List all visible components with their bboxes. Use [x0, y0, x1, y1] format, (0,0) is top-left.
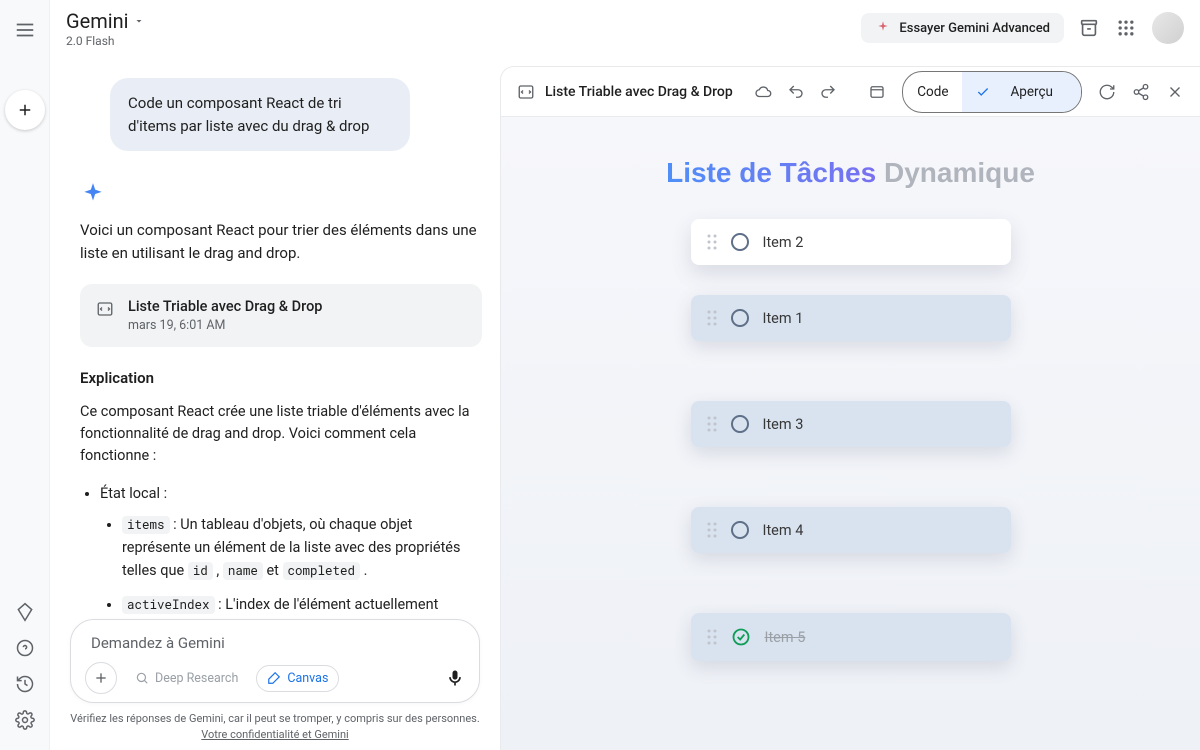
undo-icon[interactable] — [787, 83, 805, 101]
archive-icon[interactable] — [1078, 17, 1100, 39]
model-subtitle: 2.0 Flash — [66, 34, 145, 48]
try-advanced-button[interactable]: Essayer Gemini Advanced — [861, 13, 1064, 43]
drag-handle-icon[interactable] — [707, 234, 717, 250]
artifact-date: mars 19, 6:01 AM — [128, 318, 322, 333]
share-icon[interactable] — [1132, 83, 1150, 101]
refresh-icon[interactable] — [1098, 83, 1116, 101]
list-item: activeIndex : L'index de l'élément actue… — [122, 593, 482, 620]
check-circle-icon[interactable] — [731, 521, 749, 539]
check-complete-icon[interactable] — [731, 627, 751, 647]
drag-handle-icon[interactable] — [707, 310, 717, 326]
list-item: items : Un tableau d'objets, où chaque o… — [122, 513, 482, 583]
gemini-avatar-icon — [80, 181, 482, 207]
section-heading: Explication — [80, 369, 482, 387]
settings-icon[interactable] — [15, 710, 35, 730]
task-item[interactable]: Item 5 — [691, 613, 1011, 661]
drag-handle-icon[interactable] — [707, 522, 717, 538]
canvas-title: Liste Triable avec Drag & Drop — [545, 84, 733, 100]
check-icon — [976, 85, 990, 99]
prompt-placeholder: Demandez à Gemini — [85, 630, 465, 662]
canvas-icon — [267, 671, 281, 685]
task-label: Item 4 — [763, 522, 804, 539]
help-icon[interactable] — [15, 638, 35, 658]
add-attachment-button[interactable] — [85, 662, 117, 694]
chip-deep-research[interactable]: Deep Research — [125, 666, 248, 691]
prompt-input-box[interactable]: Demandez à Gemini Deep Research — [70, 619, 480, 703]
task-item[interactable]: Item 3 — [691, 401, 1011, 447]
apps-icon[interactable] — [1116, 18, 1136, 38]
task-label: Item 1 — [763, 310, 804, 327]
toggle-code[interactable]: Code — [903, 78, 962, 106]
preview-heading: Liste de Tâches Dynamique — [531, 157, 1170, 189]
sparkle-icon — [875, 20, 891, 36]
task-item[interactable]: Item 2 — [691, 219, 1011, 265]
mic-button[interactable] — [445, 668, 465, 688]
code-block-icon — [517, 83, 535, 101]
left-sidebar — [0, 0, 50, 750]
chat-scroll[interactable]: Code un composant React de tri d'items p… — [50, 56, 500, 619]
explanation-paragraph: Ce composant React crée une liste triabl… — [80, 401, 482, 468]
new-chat-button[interactable] — [5, 90, 45, 130]
assistant-intro: Voici un composant React pour trier des … — [80, 219, 482, 266]
chevron-down-icon — [133, 15, 145, 27]
artifact-card[interactable]: Liste Triable avec Drag & Drop mars 19, … — [80, 284, 482, 347]
close-icon[interactable] — [1166, 83, 1184, 101]
fullscreen-icon[interactable] — [868, 83, 886, 101]
drag-handle-icon[interactable] — [707, 416, 717, 432]
drag-handle-icon[interactable] — [707, 629, 717, 645]
task-label: Item 3 — [763, 416, 804, 433]
cloud-icon[interactable] — [755, 83, 773, 101]
check-circle-icon[interactable] — [731, 309, 749, 327]
toggle-preview[interactable]: Aperçu — [962, 72, 1081, 112]
canvas-preview: Liste de Tâches Dynamique Item 2Item 1It… — [501, 117, 1200, 750]
chip-canvas[interactable]: Canvas — [256, 665, 339, 692]
app-title: Gemini — [66, 9, 129, 33]
code-block-icon — [96, 300, 114, 318]
redo-icon[interactable] — [819, 83, 837, 101]
disclaimer: Vérifiez les réponses de Gemini, car il … — [70, 711, 480, 742]
explanation-list: État local : items : Un tableau d'objets… — [80, 482, 482, 619]
gem-icon[interactable] — [15, 602, 35, 622]
model-selector[interactable]: Gemini — [66, 9, 145, 33]
check-circle-icon[interactable] — [731, 233, 749, 251]
history-icon[interactable] — [15, 674, 35, 694]
check-circle-icon[interactable] — [731, 415, 749, 433]
task-item[interactable]: Item 4 — [691, 507, 1011, 553]
avatar[interactable] — [1152, 12, 1184, 44]
task-list: Item 2 Item 1 Item 3 Item 4 Item 5 — [691, 219, 1011, 661]
telescope-icon — [135, 671, 149, 685]
privacy-link[interactable]: Votre confidentialité et Gemini — [201, 728, 348, 741]
artifact-title: Liste Triable avec Drag & Drop — [128, 298, 322, 315]
canvas-header: Liste Triable avec Drag & Drop Code — [501, 67, 1200, 117]
menu-icon[interactable] — [13, 18, 37, 42]
task-label: Item 5 — [765, 629, 806, 646]
top-bar: Gemini 2.0 Flash Essayer Gemini Advanced — [50, 0, 1200, 56]
code-preview-toggle[interactable]: Code Aperçu — [902, 71, 1082, 113]
user-message: Code un composant React de tri d'items p… — [110, 78, 410, 151]
task-label: Item 2 — [763, 234, 804, 251]
task-item[interactable]: Item 1 — [691, 295, 1011, 341]
